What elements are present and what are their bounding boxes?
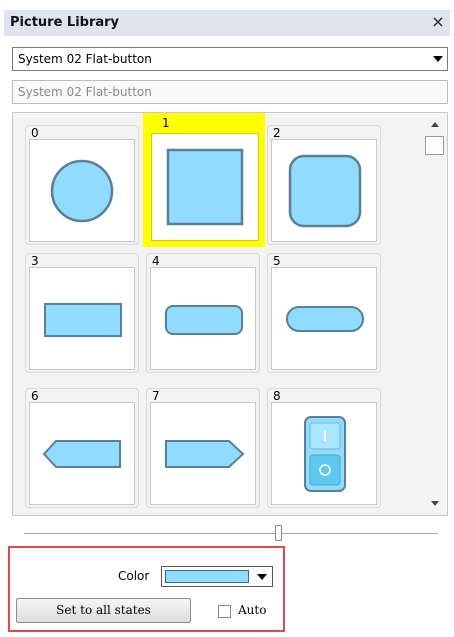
square-shape-icon <box>166 148 244 226</box>
scroll-up-icon[interactable] <box>431 122 439 127</box>
panel-titlebar: Picture Library × <box>4 10 450 36</box>
picture-preview <box>271 402 377 505</box>
circle-shape-icon <box>50 159 114 223</box>
picture-preview <box>29 402 135 505</box>
picture-grid: 0 1 2 3 4 5 6 7 8 <box>12 112 448 516</box>
rectangle-shape-icon <box>44 303 122 337</box>
picture-preview <box>271 139 377 242</box>
picture-item-0[interactable]: 0 <box>25 125 139 245</box>
picture-preview <box>271 267 377 370</box>
picture-item-number: 6 <box>31 389 39 403</box>
color-label: Color <box>118 569 150 583</box>
hexagon-shape-icon <box>42 440 121 468</box>
scroll-down-icon[interactable] <box>431 501 439 506</box>
color-picker[interactable] <box>161 566 273 587</box>
pill-shape-icon <box>286 306 364 332</box>
picture-item-number: 7 <box>152 389 160 403</box>
scrollbar-thumb[interactable] <box>425 136 444 155</box>
picture-item-number: 4 <box>152 254 160 268</box>
vertical-scrollbar[interactable] <box>424 113 446 515</box>
set-to-all-states-button[interactable]: Set to all states <box>16 598 191 623</box>
picture-item-3[interactable]: 3 <box>25 253 139 373</box>
picture-item-8[interactable]: 8 <box>267 388 381 508</box>
rounded-square-shape-icon <box>288 154 362 228</box>
picture-item-4[interactable]: 4 <box>146 253 260 373</box>
picture-preview <box>29 267 135 370</box>
picture-item-2[interactable]: 2 <box>267 125 381 245</box>
picture-item-5[interactable]: 5 <box>267 253 381 373</box>
picture-preview <box>29 139 135 242</box>
picture-item-6[interactable]: 6 <box>25 388 139 508</box>
picture-item-number: 8 <box>273 389 281 403</box>
auto-label: Auto <box>238 603 267 617</box>
pentagon-shape-icon <box>165 440 245 468</box>
picture-item-number: 0 <box>31 126 39 140</box>
toggle-switch-icon <box>304 416 346 492</box>
picture-name-value: System 02 Flat-button <box>18 85 152 99</box>
color-swatch <box>165 570 249 583</box>
picture-item-7[interactable]: 7 <box>146 388 260 508</box>
picture-preview <box>151 133 259 241</box>
picture-preview <box>150 267 256 370</box>
library-select-value: System 02 Flat-button <box>18 52 152 66</box>
close-icon[interactable]: × <box>428 12 448 32</box>
picture-item-1[interactable]: 1 <box>143 113 265 247</box>
chevron-down-icon <box>433 56 443 62</box>
picture-item-number: 1 <box>162 116 170 130</box>
picture-item-number: 2 <box>273 126 281 140</box>
picture-preview <box>150 402 256 505</box>
size-slider-track[interactable] <box>24 533 438 534</box>
auto-checkbox[interactable] <box>218 605 231 618</box>
picture-name-field: System 02 Flat-button <box>12 80 448 104</box>
chevron-down-icon <box>257 574 267 580</box>
size-slider-thumb[interactable] <box>275 525 282 541</box>
rounded-rectangle-shape-icon <box>165 305 243 335</box>
library-select[interactable]: System 02 Flat-button <box>12 47 448 71</box>
picture-item-number: 3 <box>31 254 39 268</box>
picture-item-number: 5 <box>273 254 281 268</box>
panel-title: Picture Library <box>10 15 120 30</box>
